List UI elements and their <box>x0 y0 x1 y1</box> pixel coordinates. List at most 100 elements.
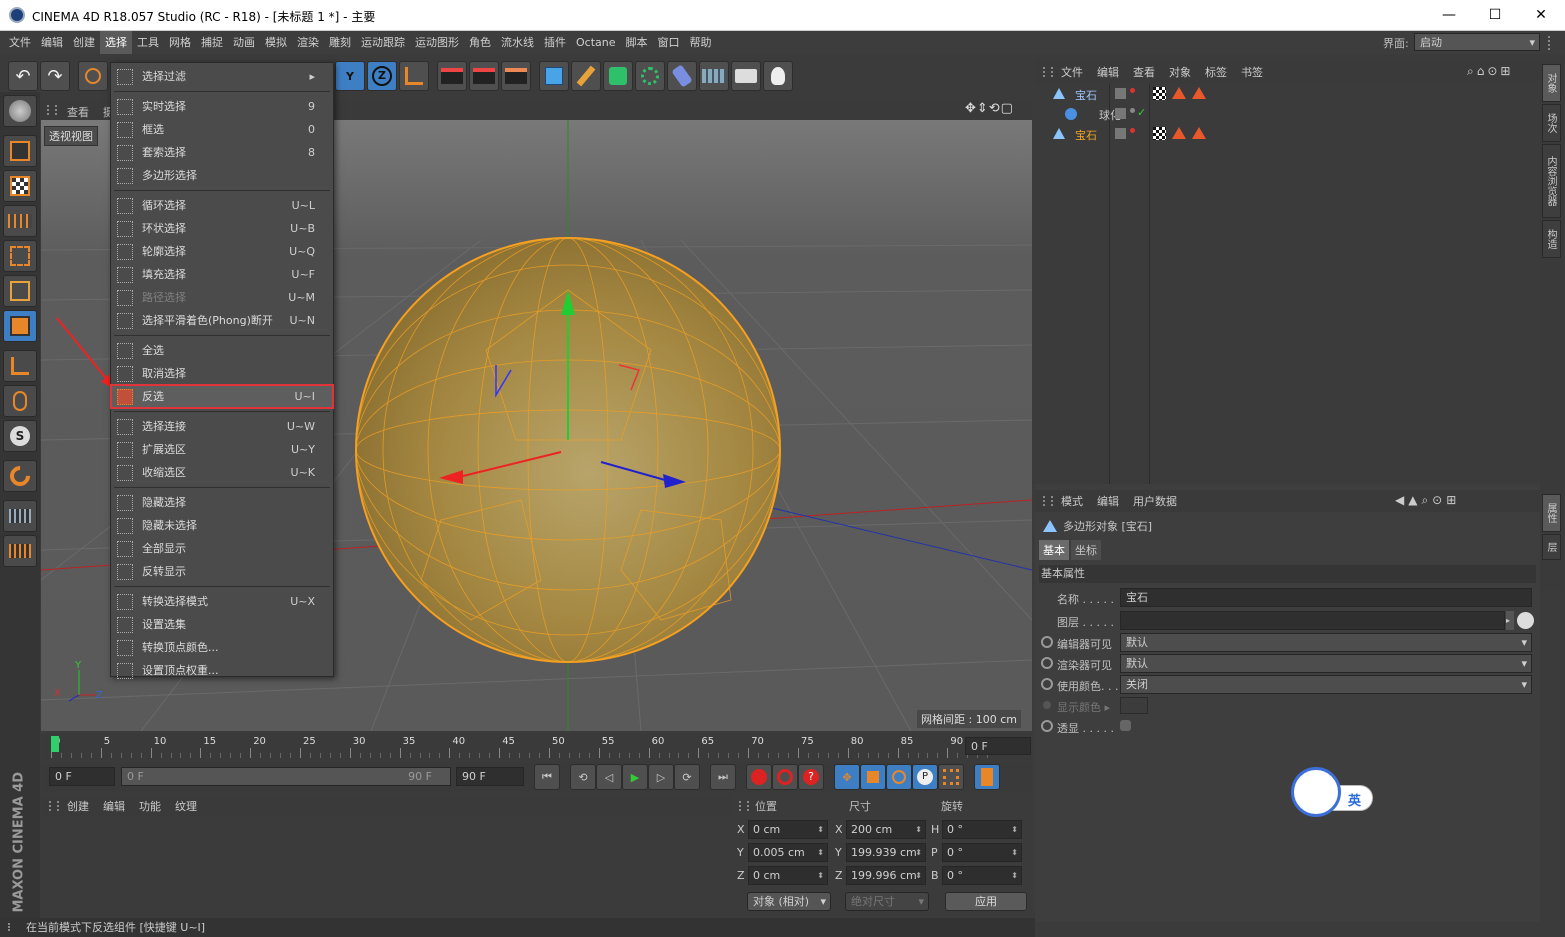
material-menu-item[interactable]: 编辑 <box>103 798 125 814</box>
close-button[interactable]: ✕ <box>1518 0 1564 31</box>
edges-mode-button[interactable] <box>3 275 37 307</box>
object-menu-item[interactable]: 查看 <box>1133 64 1155 80</box>
editor-visible-radio[interactable] <box>1041 636 1053 648</box>
side-tab[interactable]: 场次 <box>1542 104 1561 142</box>
menu-option-11[interactable]: 全选 <box>111 339 333 362</box>
solo-button[interactable]: S <box>3 420 37 452</box>
menu-item-1[interactable]: 编辑 <box>36 31 68 54</box>
material-menu-item[interactable]: 创建 <box>67 798 89 814</box>
prev-key-button[interactable]: ⟲ <box>570 764 596 790</box>
texture-tag-icon[interactable] <box>1153 127 1166 140</box>
object-menu-item[interactable]: 文件 <box>1061 64 1083 80</box>
phong-tag-icon[interactable] <box>1172 127 1186 139</box>
attribute-menu-item[interactable]: 用户数据 <box>1133 493 1177 509</box>
planar-workplane-button[interactable] <box>3 535 37 567</box>
side-tab[interactable]: 对象 <box>1542 64 1561 102</box>
use-color-select[interactable]: 关闭 ▾ <box>1120 675 1532 694</box>
layer-toggle-icon[interactable] <box>1115 88 1126 99</box>
menu-option-5[interactable]: 循环选择 U~L <box>111 194 333 217</box>
play-button[interactable]: ▶ <box>622 764 648 790</box>
axis-mode-button[interactable] <box>3 350 37 382</box>
z-axis-lock-button[interactable]: Z <box>367 61 397 91</box>
coord-rot-field[interactable]: 0 ° ⬍ <box>942 820 1022 839</box>
object-name[interactable]: 宝石 <box>1075 127 1097 143</box>
next-frame-button[interactable]: ▷ <box>648 764 674 790</box>
object-name[interactable]: 宝石 <box>1075 87 1097 103</box>
menu-item-10[interactable]: 雕刻 <box>324 31 356 54</box>
material-menu-item[interactable]: 功能 <box>139 798 161 814</box>
menu-option-1[interactable]: 实时选择 9 <box>111 95 333 118</box>
menu-option-17[interactable]: 隐藏选择 <box>111 491 333 514</box>
light-button[interactable] <box>763 61 793 91</box>
attribute-menu-item[interactable]: 编辑 <box>1097 493 1119 509</box>
menu-item-12[interactable]: 运动图形 <box>410 31 464 54</box>
menu-item-19[interactable]: 帮助 <box>685 31 717 54</box>
timeline-window-button[interactable] <box>974 764 1000 790</box>
layout-select[interactable]: 启动 ▾ <box>1414 33 1540 51</box>
viewport-nav-icons[interactable]: ✥⇕⟲▢ <box>965 101 1014 116</box>
object-menu-item[interactable]: 对象 <box>1169 64 1191 80</box>
menu-item-3[interactable]: 选择 <box>100 31 132 54</box>
layer-pick-icon[interactable] <box>1517 612 1534 629</box>
start-frame-field[interactable]: 0 F <box>49 767 115 786</box>
prev-frame-button[interactable]: ◁ <box>596 764 622 790</box>
enabled-check-icon[interactable]: ✓ <box>1137 106 1146 119</box>
object-manager-tools[interactable]: ⌕⌂⊙⊞ <box>1467 64 1513 79</box>
autokey-button[interactable] <box>772 764 798 790</box>
key-param-button[interactable]: P <box>912 764 938 790</box>
points-mode-button[interactable] <box>3 240 37 272</box>
side-tab[interactable]: 层 <box>1542 534 1561 560</box>
name-field[interactable]: 宝石 <box>1120 588 1532 607</box>
menu-item-0[interactable]: 文件 <box>4 31 36 54</box>
timeline[interactable]: 051015202530354045505560657075808590 0 F <box>41 734 1032 760</box>
menu-item-2[interactable]: 创建 <box>68 31 100 54</box>
key-position-button[interactable]: ✥ <box>834 764 860 790</box>
undo-button[interactable]: ↶ <box>8 61 38 91</box>
key-pla-button[interactable] <box>938 764 964 790</box>
apply-button[interactable]: 应用 <box>945 892 1027 911</box>
menu-item-17[interactable]: 脚本 <box>621 31 653 54</box>
coord-pos-field[interactable]: 0 cm ⬍ <box>748 820 828 839</box>
object-row[interactable]: 宝石 <box>1035 124 1540 144</box>
tab-coord[interactable]: 坐标 <box>1071 540 1101 560</box>
timeline-ruler[interactable]: 051015202530354045505560657075808590 <box>51 734 989 760</box>
maximize-button[interactable]: ☐ <box>1472 0 1518 31</box>
object-menu-item[interactable]: 标签 <box>1205 64 1227 80</box>
next-key-button[interactable]: ⟳ <box>674 764 700 790</box>
key-scale-button[interactable] <box>860 764 886 790</box>
menu-option-24[interactable]: 设置顶点权重... <box>111 659 333 682</box>
goto-end-button[interactable]: ⏭ <box>710 764 736 790</box>
model-mode-button[interactable] <box>3 135 37 167</box>
texture-mode-button[interactable] <box>3 170 37 202</box>
material-menu-item[interactable]: 纹理 <box>175 798 197 814</box>
menu-item-14[interactable]: 流水线 <box>496 31 539 54</box>
layer-field[interactable] <box>1120 611 1505 630</box>
menu-item-6[interactable]: 捕捉 <box>196 31 228 54</box>
xray-radio[interactable] <box>1041 720 1053 732</box>
menu-option-19[interactable]: 全部显示 <box>111 537 333 560</box>
coord-mode-select[interactable]: 对象 (相对) ▾ <box>747 892 831 911</box>
menu-option-15[interactable]: 扩展选区 U~Y <box>111 438 333 461</box>
phong-tag-icon[interactable] <box>1192 87 1206 99</box>
current-frame-marker[interactable] <box>51 736 59 752</box>
render-picture-button[interactable] <box>469 61 499 91</box>
menu-item-16[interactable]: Octane <box>571 31 621 54</box>
camera-button[interactable] <box>731 61 761 91</box>
menu-option-18[interactable]: 隐藏未选择 <box>111 514 333 537</box>
coord-rot-field[interactable]: 0 ° ⬍ <box>942 866 1022 885</box>
current-frame-field[interactable]: 0 F <box>965 737 1031 755</box>
goto-start-button[interactable]: ⏮ <box>534 764 560 790</box>
phong-tag-icon[interactable] <box>1192 127 1206 139</box>
floor-button[interactable] <box>699 61 729 91</box>
menu-option-8[interactable]: 填充选择 U~F <box>111 263 333 286</box>
visibility-dots-icon[interactable] <box>1130 128 1135 133</box>
object-menu-item[interactable]: 书签 <box>1241 64 1263 80</box>
menu-option-3[interactable]: 套索选择 8 <box>111 141 333 164</box>
menu-item-7[interactable]: 动画 <box>228 31 260 54</box>
key-rotation-button[interactable] <box>886 764 912 790</box>
side-tab[interactable]: 构造 <box>1542 220 1561 258</box>
y-axis-lock-button[interactable]: Y <box>335 61 365 91</box>
deformer-button[interactable] <box>667 61 697 91</box>
tab-basic[interactable]: 基本 <box>1039 540 1069 560</box>
menu-item-9[interactable]: 渲染 <box>292 31 324 54</box>
